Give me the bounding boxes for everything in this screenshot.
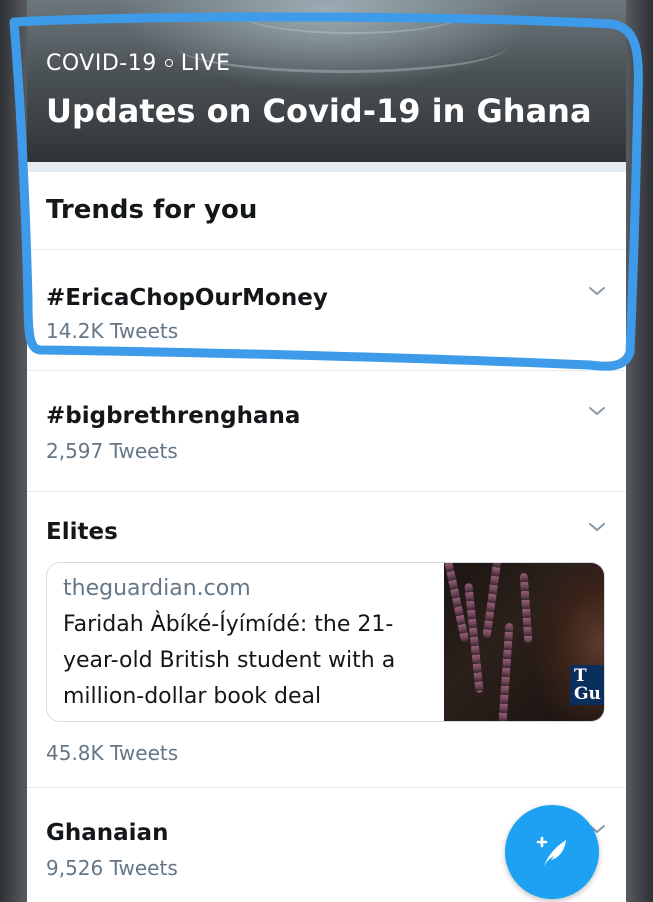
news-headline: Faridah Àbíké-Íyímídé: the 21-year-old B… — [63, 612, 396, 709]
trend-name: #EricaChopOurMoney — [46, 285, 328, 311]
chevron-down-icon[interactable] — [588, 518, 606, 536]
trend-item[interactable]: Elites theguardian.com Faridah Àbíké-Íyí… — [27, 492, 626, 788]
hero-live-label: LIVE — [180, 51, 231, 76]
section-header: Trends for you — [27, 172, 626, 250]
thumbnail-detail — [519, 572, 533, 644]
explore-feed: COVID-19 LIVE Updates on Covid-19 in Ghan… — [27, 0, 626, 902]
trend-item[interactable]: #bigbrethrenghana 2,597 Tweets — [27, 371, 626, 492]
compose-tweet-icon — [536, 836, 566, 866]
screenshot-page: COVID-19 LIVE Updates on Covid-19 in Ghan… — [0, 0, 653, 902]
hero-title[interactable]: Updates on Covid-19 in Ghana — [46, 92, 592, 130]
trend-name: Ghanaian — [46, 820, 169, 846]
news-domain: theguardian.com — [63, 576, 251, 601]
trend-tweet-count: 45.8K Tweets — [46, 741, 179, 765]
hero-meta: COVID-19 LIVE — [46, 51, 230, 76]
news-card[interactable]: theguardian.com Faridah Àbíké-Íyímídé: t… — [46, 562, 605, 722]
news-thumbnail: T Gu — [444, 563, 604, 721]
thumbnail-detail — [482, 563, 502, 639]
guardian-logo: T Gu — [570, 665, 604, 705]
section-divider — [27, 162, 626, 172]
trend-tweet-count: 2,597 Tweets — [46, 439, 178, 463]
chevron-down-icon[interactable] — [588, 282, 606, 300]
trend-tweet-count: 14.2K Tweets — [46, 319, 179, 343]
separator-dot-icon — [164, 58, 173, 67]
section-title: Trends for you — [46, 195, 258, 225]
chevron-down-icon[interactable] — [588, 402, 606, 420]
trend-name: Elites — [46, 519, 118, 545]
news-card-text: theguardian.com Faridah Àbíké-Íyímídé: t… — [63, 573, 433, 715]
trend-name: #bigbrethrenghana — [46, 403, 301, 429]
trend-item[interactable]: #EricaChopOurMoney 14.2K Tweets — [27, 250, 626, 371]
hero-category: COVID-19 — [46, 51, 157, 76]
hero-banner[interactable]: COVID-19 LIVE Updates on Covid-19 in Ghan… — [27, 0, 626, 162]
thumbnail-detail — [498, 622, 514, 721]
trend-tweet-count: 9,526 Tweets — [46, 856, 178, 880]
compose-tweet-button[interactable] — [505, 805, 599, 899]
